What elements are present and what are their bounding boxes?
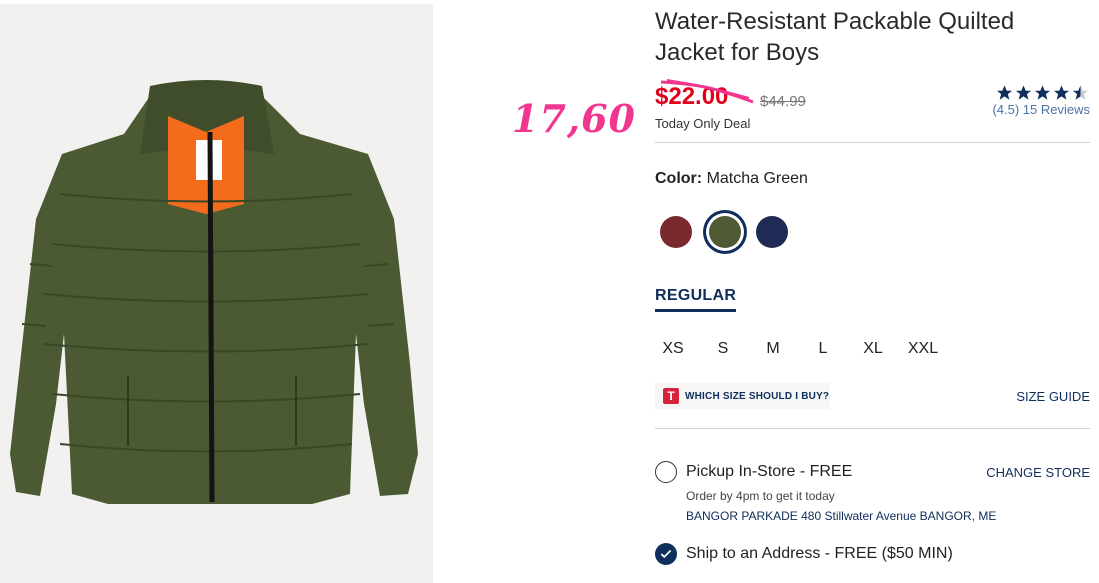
color-swatch-matcha-green[interactable] [709,216,741,248]
original-price: $44.99 [760,93,806,110]
ship-radio-checked[interactable] [655,543,677,565]
star-icon [1035,85,1050,100]
divider [655,142,1090,143]
color-label-row: Color: Matcha Green [655,170,808,188]
size-option-s[interactable]: S [703,340,743,358]
color-swatch-navy[interactable] [756,216,788,248]
size-option-xl[interactable]: XL [853,340,893,358]
product-details-panel: Water-Resistant Packable Quilted Jacket … [655,0,1090,583]
ship-label[interactable]: Ship to an Address - FREE ($50 MIN) [686,545,953,563]
star-icon [997,85,1012,100]
divider [655,428,1090,429]
color-swatch-burgundy[interactable] [660,216,692,248]
color-label: Color: [655,170,703,187]
deal-label: Today Only Deal [655,116,751,131]
selected-color-name: Matcha Green [706,170,808,187]
pickup-label[interactable]: Pickup In-Store - FREE [686,463,852,481]
product-title: Water-Resistant Packable Quilted Jacket … [655,8,1015,66]
reviews-link[interactable]: (4.5) 15 Reviews [992,102,1090,117]
size-help-content: T WHICH SIZE SHOULD I BUY? [655,383,829,409]
product-image[interactable] [0,4,433,583]
pickup-order-note: Order by 4pm to get it today [686,489,835,503]
size-option-xs[interactable]: XS [653,340,693,358]
star-icon [1016,85,1031,100]
size-option-xxl[interactable]: XXL [903,340,943,358]
size-help-label: WHICH SIZE SHOULD I BUY? [685,390,830,402]
size-option-l[interactable]: L [803,340,843,358]
pickup-radio[interactable] [655,461,677,483]
true-fit-logo-icon: T [663,388,679,404]
change-store-link[interactable]: CHANGE STORE [986,465,1090,480]
size-guide-link[interactable]: SIZE GUIDE [1016,389,1090,404]
tab-regular[interactable]: REGULAR [655,287,737,312]
size-option-m[interactable]: M [753,340,793,358]
handwritten-price-note: 17,60 [512,96,636,141]
half-star-icon [1073,85,1088,100]
rating-stars[interactable] [995,84,1090,102]
jacket-illustration [0,4,433,583]
sale-price: $22.00 [655,83,729,110]
check-icon [660,549,672,559]
store-address-link[interactable]: BANGOR PARKADE 480 Stillwater Avenue BAN… [686,509,996,523]
star-icon [1054,85,1069,100]
